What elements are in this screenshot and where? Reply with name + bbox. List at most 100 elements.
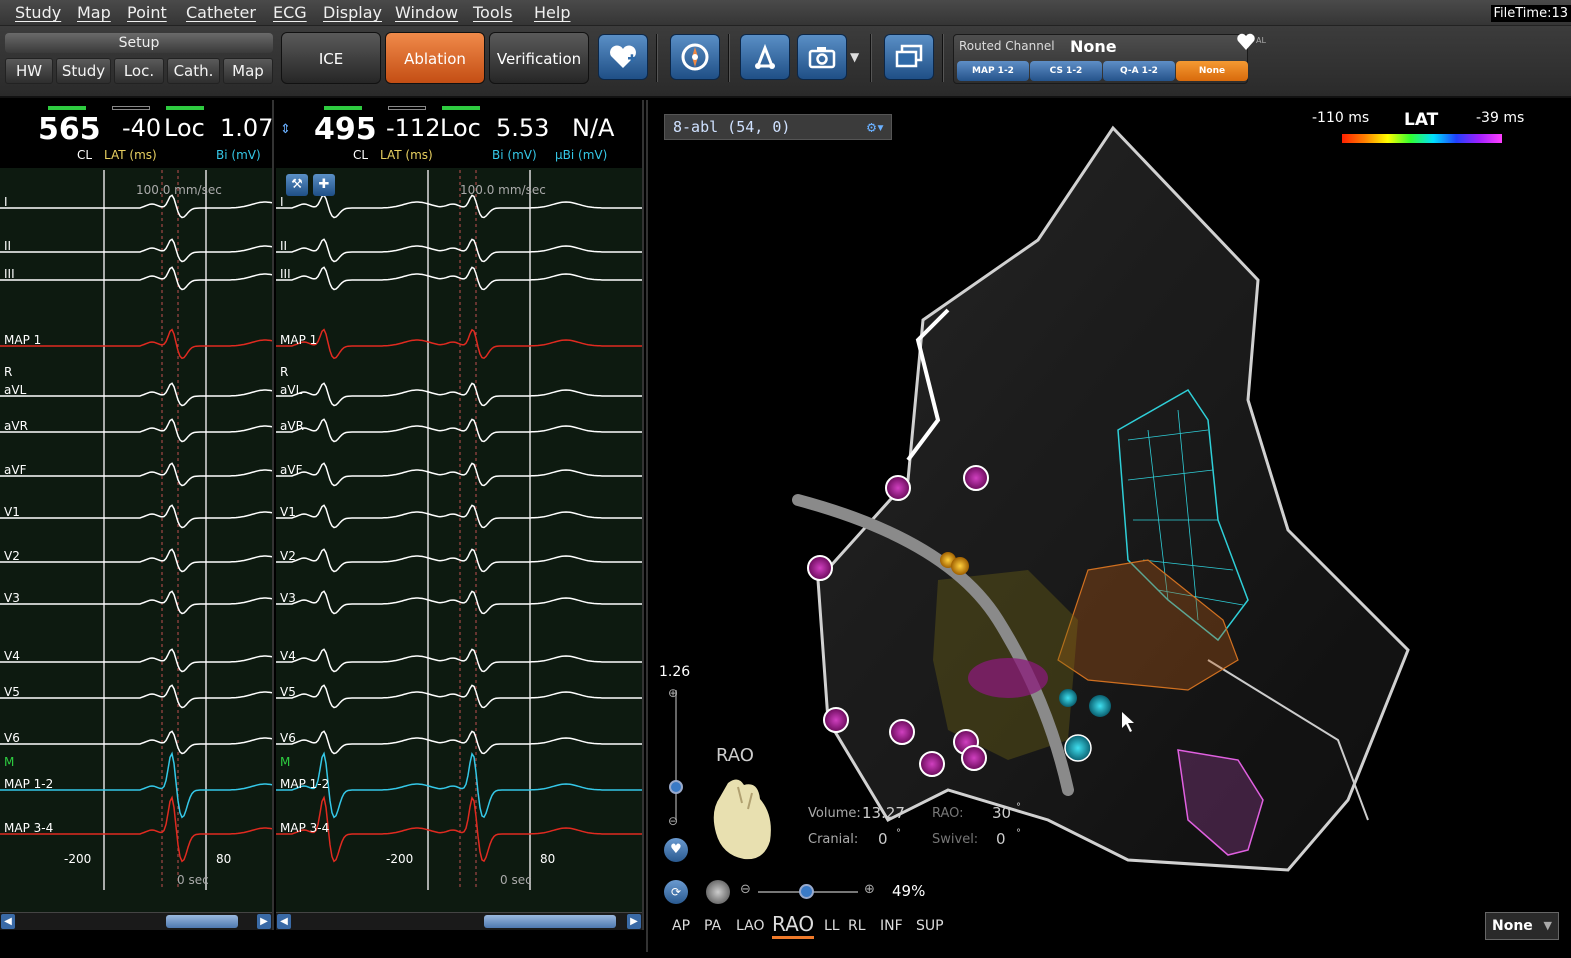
zoom-slider-thumb[interactable]	[669, 780, 683, 794]
trace-label[interactable]: V4	[4, 649, 20, 663]
menu-window[interactable]: Window	[395, 3, 458, 22]
scroll-right-icon[interactable]: ▶	[257, 914, 271, 929]
trace-label[interactable]: M	[280, 755, 290, 769]
setup-cath-button[interactable]: Cath.	[167, 58, 220, 84]
trace-label[interactable]: V1	[280, 505, 296, 519]
channel-qa12-button[interactable]: Q-A 1-2	[1103, 61, 1175, 81]
channel-cs12-button[interactable]: CS 1-2	[1030, 61, 1102, 81]
heart-geometry[interactable]	[648, 100, 1571, 952]
lesion-point[interactable]	[961, 745, 987, 771]
view-rl-button[interactable]: RL	[848, 918, 866, 934]
trace-label[interactable]: II	[4, 239, 11, 253]
trace-label[interactable]: I	[4, 195, 8, 209]
overlay-select[interactable]: None ▼	[1485, 912, 1559, 940]
zoom-in-icon[interactable]: ⊕	[668, 686, 678, 700]
trace-label[interactable]: aVF	[4, 463, 27, 477]
trace-label[interactable]: aVR	[4, 419, 28, 433]
trace-label[interactable]: III	[280, 267, 291, 281]
trace-label[interactable]: II	[280, 239, 287, 253]
lesion-point[interactable]	[807, 555, 833, 581]
menu-ecg[interactable]: ECG	[273, 3, 307, 22]
render-mode-button[interactable]	[706, 880, 730, 904]
chevron-down-icon[interactable]: ▼	[850, 50, 859, 64]
trace-label[interactable]: aVR	[280, 419, 304, 433]
horizontal-scrollbar[interactable]: ◀ ▶	[276, 912, 642, 930]
windows-button[interactable]	[884, 34, 934, 80]
setup-map-button[interactable]: Map	[223, 58, 273, 84]
trace-label[interactable]: V3	[4, 591, 20, 605]
navigation-button[interactable]	[670, 34, 720, 80]
trace-label[interactable]: MAP 1-2	[4, 777, 53, 791]
trace-label[interactable]: V3	[280, 591, 296, 605]
trace-label[interactable]: aVL	[4, 383, 27, 397]
view-sup-button[interactable]: SUP	[916, 918, 944, 934]
view-inf-button[interactable]: INF	[880, 918, 903, 934]
heart-reset-button[interactable]: ♥	[664, 838, 688, 862]
rotate-button[interactable]: ⟳	[664, 880, 688, 904]
verification-mode-button[interactable]: Verification	[489, 32, 589, 84]
menu-catheter[interactable]: Catheter	[186, 3, 256, 22]
menu-display[interactable]: Display	[323, 3, 382, 22]
channel-map12-button[interactable]: MAP 1-2	[957, 61, 1029, 81]
routed-channel-value[interactable]: None	[1070, 37, 1117, 56]
scroll-left-icon[interactable]: ◀	[1, 914, 15, 929]
view-pa-button[interactable]: PA	[704, 918, 721, 934]
trace-label[interactable]: MAP 1	[4, 333, 41, 347]
trace-label[interactable]: MAP 1-2	[280, 777, 329, 791]
trace-label[interactable]: MAP 3-4	[280, 821, 329, 835]
lesion-point[interactable]	[889, 719, 915, 745]
scroll-thumb[interactable]	[484, 915, 616, 928]
catheter-view-button[interactable]	[740, 34, 790, 80]
zoom-out-icon[interactable]: ⊖	[740, 882, 751, 897]
lesion-point[interactable]	[885, 475, 911, 501]
zoom-in-icon[interactable]: ⊕	[864, 882, 875, 897]
menu-point[interactable]: Point	[127, 3, 167, 22]
view-rao-button[interactable]: RAO	[772, 912, 815, 939]
view-lao-button[interactable]: LAO	[736, 918, 764, 934]
scroll-left-icon[interactable]: ◀	[277, 914, 291, 929]
trace-label[interactable]: aVF	[280, 463, 303, 477]
menu-study[interactable]: Study	[15, 3, 61, 22]
channel-none-button[interactable]: None	[1176, 61, 1248, 81]
trace-label[interactable]: R	[4, 365, 12, 379]
menu-map[interactable]: Map	[77, 3, 111, 22]
lesion-point[interactable]	[823, 707, 849, 733]
tools-button[interactable]: ⚒	[286, 174, 308, 196]
trace-label[interactable]: V6	[280, 731, 296, 745]
lesion-point[interactable]	[963, 465, 989, 491]
scroll-right-icon[interactable]: ▶	[627, 914, 641, 929]
trace-label[interactable]: III	[4, 267, 15, 281]
snapshot-button[interactable]	[797, 34, 847, 80]
zoom-slider-track[interactable]	[675, 690, 677, 820]
ice-mode-button[interactable]: ICE	[281, 32, 381, 84]
ecg-traces-right[interactable]: IIIIIIMAP 1RaVLaVRaVFV1V2V3V4V5V6MMAP 1-…	[276, 170, 642, 910]
add-trace-button[interactable]: ✚	[313, 174, 335, 196]
zoom-out-icon[interactable]: ⊖	[668, 814, 678, 828]
view-ap-button[interactable]: AP	[672, 918, 690, 934]
trace-label[interactable]: aVL	[280, 383, 303, 397]
trace-label[interactable]: V5	[280, 685, 296, 699]
trace-label[interactable]: MAP 1	[280, 333, 317, 347]
setup-hw-button[interactable]: HW	[5, 58, 53, 84]
trace-label[interactable]: V5	[4, 685, 20, 699]
setup-study-button[interactable]: Study	[56, 58, 111, 84]
trace-label[interactable]: V2	[280, 549, 296, 563]
ablation-point[interactable]	[951, 557, 969, 575]
trace-label[interactable]: MAP 3-4	[4, 821, 53, 835]
trace-label[interactable]: V2	[4, 549, 20, 563]
horizontal-scrollbar[interactable]: ◀ ▶	[0, 912, 272, 930]
view-ll-button[interactable]: LL	[824, 918, 840, 934]
trace-label[interactable]: V4	[280, 649, 296, 663]
lesion-point[interactable]	[919, 751, 945, 777]
trace-label[interactable]: M	[4, 755, 14, 769]
menu-help[interactable]: Help	[534, 3, 570, 22]
heart-add-button[interactable]	[598, 34, 648, 80]
scroll-thumb[interactable]	[166, 915, 238, 928]
trace-label[interactable]: V6	[4, 731, 20, 745]
sort-arrows-icon[interactable]: ⇕	[280, 122, 291, 137]
menu-tools[interactable]: Tools	[473, 3, 512, 22]
trace-label[interactable]: I	[280, 195, 284, 209]
ecg-traces-left[interactable]: IIIIIIMAP 1RaVLaVRaVFV1V2V3V4V5V6MMAP 1-…	[0, 170, 272, 910]
scale-slider-thumb[interactable]	[799, 884, 814, 899]
trace-label[interactable]: R	[280, 365, 288, 379]
